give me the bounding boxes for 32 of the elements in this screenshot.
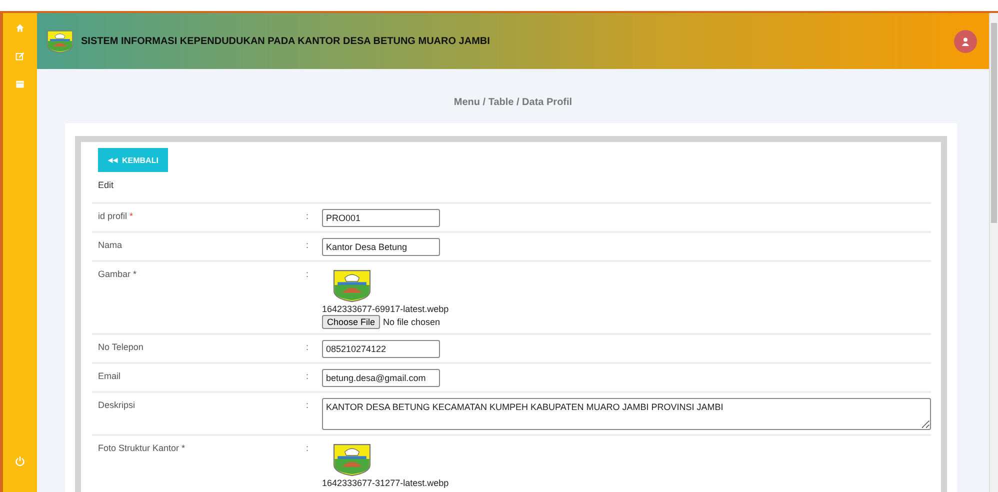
colon: : [306,370,310,383]
breadcrumb: Menu / Table / Data Profil [454,97,572,108]
form-title: Edit [98,180,114,190]
home-icon[interactable] [15,23,25,33]
file-name: 1642333677-69917-latest.webp [322,304,449,314]
file-name: 1642333677-31277-latest.webp [322,478,449,488]
field-label: Gambar * [98,268,138,281]
field-label: No Telepon [98,341,144,354]
colon: : [306,239,310,252]
choose-file-button[interactable]: Choose File [322,315,380,329]
file-status: No file chosen [383,317,440,327]
colon: : [306,442,310,455]
field-label: Nama [98,239,124,252]
colon: : [306,268,310,281]
field-label: id profil * [98,210,134,223]
edit-icon[interactable] [15,51,25,61]
text-field[interactable]: 085210274122 [322,340,440,358]
text-field[interactable]: Kantor Desa Betung [322,238,440,256]
text-field[interactable]: PRO001 [322,209,440,227]
app-title: SISTEM INFORMASI KEPENDUDUKAN PADA KANTOR DESA BETUNG MUARO JAMBI [81,36,491,46]
colon: : [306,399,310,412]
power-icon[interactable] [15,456,25,466]
colon: : [306,341,310,354]
user-avatar[interactable] [954,30,977,52]
text-field[interactable]: betung.desa@gmail.com [322,369,440,387]
scrollbar[interactable] [989,13,998,492]
field-label: Foto Struktur Kantor * [98,442,186,455]
description-field[interactable]: KANTOR DESA BETUNG KECAMATAN KUMPEH KABUPATEN MUARO JAMBI PROVINSI JAMBI [322,398,931,430]
field-label: Deskripsi [98,399,136,412]
field-label: Email [98,370,122,383]
colon: : [306,210,310,223]
calendar-icon[interactable] [15,79,25,89]
